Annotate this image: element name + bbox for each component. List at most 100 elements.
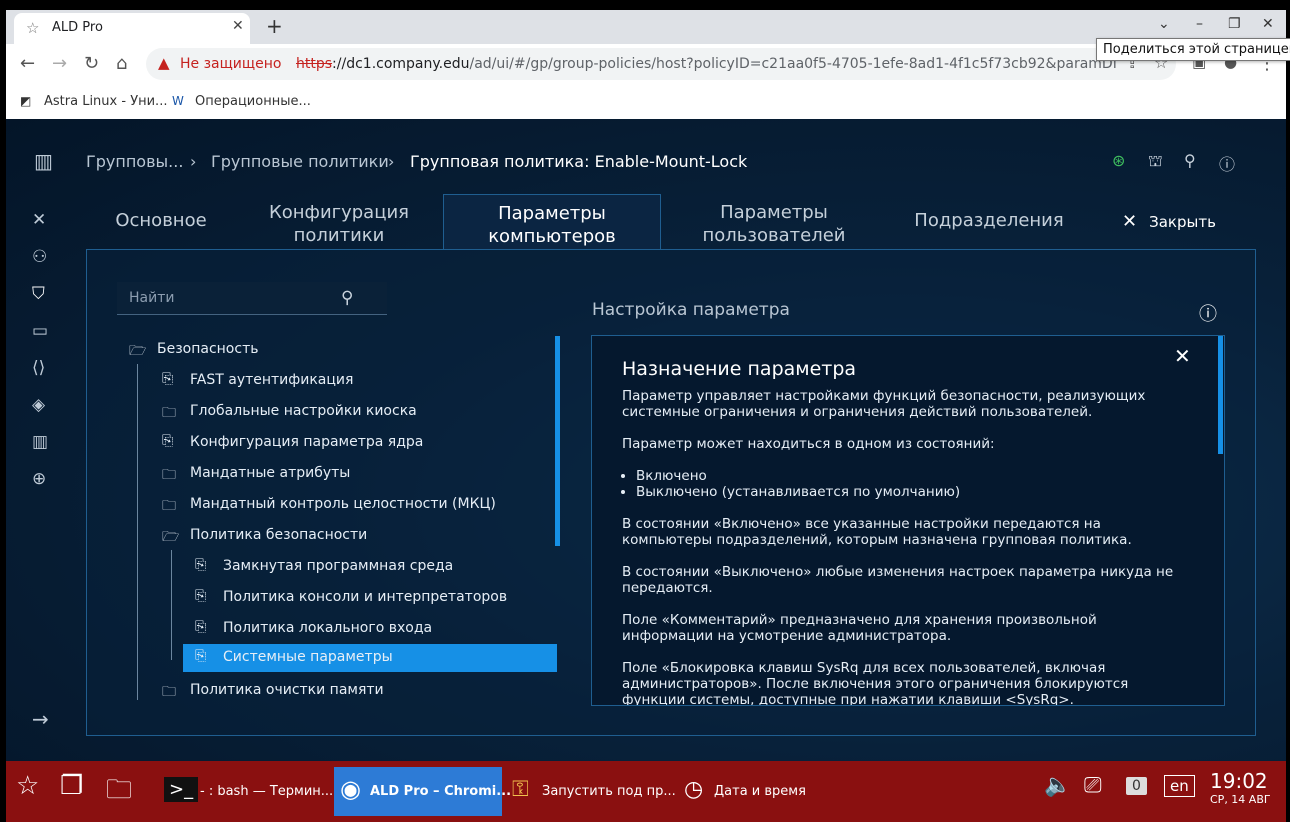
folder-icon: 🗀 xyxy=(162,684,176,700)
tree-node[interactable]: ⎘ Политика консоли и интерпретаторов xyxy=(195,584,545,612)
notification-counter[interactable]: 0 xyxy=(1126,777,1147,795)
tab-main[interactable]: Основное xyxy=(106,209,216,232)
folder-icon: 🗀 xyxy=(162,467,176,483)
param-file-icon: ⎘ xyxy=(195,648,207,664)
browser-tab[interactable]: ☆ ALD Pro ✕ xyxy=(14,13,250,44)
clock-icon: ◷ xyxy=(684,777,704,802)
tree-node[interactable]: 🗀 Глобальные настройки киоска xyxy=(162,398,542,426)
desc-scrollbar[interactable] xyxy=(1218,336,1223,454)
file-manager-icon[interactable]: 🗀 xyxy=(106,771,132,815)
settings-title: Настройка параметра xyxy=(592,300,790,320)
taskbar-item-run-as[interactable]: ⚿ Запустить под пр... xyxy=(506,767,676,816)
desc-paragraph: Параметр может находиться в одном из сос… xyxy=(622,436,995,452)
tree-line xyxy=(171,550,172,660)
bookmark-item[interactable]: Astra Linux - Уни... xyxy=(44,94,167,109)
user-icon[interactable]: ⚲ xyxy=(1184,151,1196,170)
tree-node[interactable]: 🗀 Политика очистки памяти xyxy=(162,677,542,705)
desc-body: Параметр управляет настройками функций б… xyxy=(622,388,1182,706)
start-star-icon[interactable]: ☆ xyxy=(16,771,39,801)
url-host: ://dc1.company.edu xyxy=(332,56,470,72)
breadcrumb-separator: › xyxy=(388,152,395,171)
reload-icon[interactable]: ↻ xyxy=(84,53,99,74)
param-file-icon: ⎘ xyxy=(195,619,207,635)
star-icon: ☆ xyxy=(26,19,40,37)
bookmark-item[interactable]: Операционные... xyxy=(195,94,311,109)
tree-node-selected[interactable]: ⎘ Системные параметры xyxy=(183,644,557,672)
tree-node[interactable]: ⎘ Политика локального входа xyxy=(195,615,545,643)
close-button[interactable]: ✕ Закрыть xyxy=(1122,211,1216,232)
forward-icon[interactable]: → xyxy=(52,53,67,74)
tree-line xyxy=(137,364,138,700)
description-card: Назначение параметра ✕ Параметр управляе… xyxy=(591,335,1225,706)
close-window-button[interactable]: ✕ xyxy=(1262,16,1274,32)
code-file-icon[interactable]: ⟨⟩ xyxy=(32,358,45,378)
tools-icon[interactable]: ✕ xyxy=(32,210,46,230)
tab-departments[interactable]: Подразделения xyxy=(909,209,1069,232)
w-logo-icon: W xyxy=(172,94,184,108)
windows-icon[interactable]: ❐ xyxy=(60,771,83,801)
tree-node[interactable]: 🗀 Мандатный контроль целостности (МКЦ) xyxy=(162,491,542,519)
back-icon[interactable]: ← xyxy=(20,53,35,74)
chart-icon[interactable]: ▥ xyxy=(32,432,48,452)
url-scheme: https xyxy=(296,56,333,72)
app-logo-icon[interactable]: ▥ xyxy=(34,149,53,173)
taskbar-item-chromium[interactable]: ◉ ALD Pro – Chromi... xyxy=(334,767,511,816)
volume-icon[interactable]: 🔈 xyxy=(1044,773,1071,798)
maximize-button[interactable]: ❐ xyxy=(1228,16,1241,32)
tree-node[interactable]: ⎘ Конфигурация параметра ядра xyxy=(162,429,542,457)
search-placeholder: Найти xyxy=(129,290,175,306)
window-icon[interactable]: ▭ xyxy=(32,321,48,341)
security-status[interactable]: Не защищено xyxy=(180,56,281,72)
language-indicator[interactable]: en xyxy=(1164,775,1195,797)
user-settings-icon[interactable]: ⚇ xyxy=(32,247,47,267)
desc-paragraph: В состоянии «Выключено» любые изменения … xyxy=(622,564,1174,596)
param-file-icon: ⎘ xyxy=(162,371,174,387)
network-icon[interactable]: ⎚ xyxy=(1084,773,1102,798)
toolbar: ← → ↻ ⌂ ▲ Не защищено https://dc1.compan… xyxy=(6,44,1286,86)
tab-user-params[interactable]: Параметры пользователей xyxy=(694,201,854,247)
search-zoom-icon[interactable]: ⊕ xyxy=(32,469,46,489)
address-bar[interactable]: ▲ Не защищено https://dc1.company.edu/ad… xyxy=(146,48,1176,80)
tree-scrollbar[interactable] xyxy=(555,336,560,546)
desc-paragraph: Поле «Блокировка клавиш SysRq для всех п… xyxy=(622,660,1129,706)
tree-node[interactable]: 🗀 Мандатные атрибуты xyxy=(162,460,542,488)
tree-node[interactable]: ⎘ Замкнутая программная среда xyxy=(195,553,545,581)
tab-computer-params[interactable]: Параметры компьютеров xyxy=(443,194,661,250)
layers-icon[interactable]: ◈ xyxy=(32,395,45,415)
taskbar-item-terminal[interactable]: >_ - : bash — Термин... xyxy=(156,767,333,816)
help-icon[interactable]: ⓘ xyxy=(1219,151,1235,175)
breadcrumb-current: Групповая политика: Enable-Mount-Lock xyxy=(410,152,748,171)
warning-icon: ▲ xyxy=(158,54,170,72)
tab-policy-config[interactable]: Конфигурация политики xyxy=(264,201,414,247)
clock-time[interactable]: 19:02 xyxy=(1210,769,1268,793)
search-icon[interactable]: ⚲ xyxy=(341,288,353,308)
tree-node[interactable]: 🗁 Политика безопасности xyxy=(162,522,542,550)
close-label: Закрыть xyxy=(1149,213,1216,231)
network-status-icon[interactable]: ⊛ xyxy=(1112,151,1125,170)
new-tab-button[interactable]: + xyxy=(266,14,283,38)
tree-node[interactable]: ⎘ FAST аутентификация xyxy=(162,367,542,395)
taskbar: ☆ ❐ 🗀 >_ - : bash — Термин... ◉ ALD Pro … xyxy=(6,761,1286,822)
close-icon[interactable]: ✕ xyxy=(1174,344,1191,368)
search-input[interactable]: Найти ⚲ xyxy=(117,282,387,315)
close-icon: ✕ xyxy=(1122,211,1138,232)
folder-icon: 🗀 xyxy=(162,498,176,514)
param-file-icon: ⎘ xyxy=(162,433,174,449)
help-icon[interactable]: ⓘ xyxy=(1199,300,1217,326)
taskbar-item-datetime[interactable]: ◷ Дата и время xyxy=(678,767,828,816)
shield-icon[interactable]: ⛉ xyxy=(32,284,45,304)
close-tab-icon[interactable]: ✕ xyxy=(232,18,244,34)
breadcrumb-item[interactable]: Групповы... xyxy=(86,152,183,171)
chromium-icon: ◉ xyxy=(340,775,361,803)
key-icon: ⚿ xyxy=(512,777,529,802)
home-icon[interactable]: ⌂ xyxy=(116,53,127,74)
breadcrumb-item[interactable]: Групповые политики xyxy=(211,152,389,171)
url-text[interactable]: https://dc1.company.edu/ad/ui/#/gp/group… xyxy=(296,56,1116,72)
url-path: /ad/ui/#/gp/group-policies/host?policyID… xyxy=(469,56,1117,72)
hierarchy-icon[interactable]: ⛫ xyxy=(1148,151,1163,172)
tab-search-icon[interactable]: ⌄ xyxy=(1158,16,1170,32)
minimize-button[interactable]: – xyxy=(1196,16,1203,32)
browser-window: ☆ ALD Pro ✕ + ⌄ – ❐ ✕ ← → ↻ ⌂ ▲ Не защищ… xyxy=(6,10,1286,119)
expand-arrow-icon[interactable]: → xyxy=(32,707,49,731)
tree-node[interactable]: 🗁 Безопасность xyxy=(129,336,529,364)
